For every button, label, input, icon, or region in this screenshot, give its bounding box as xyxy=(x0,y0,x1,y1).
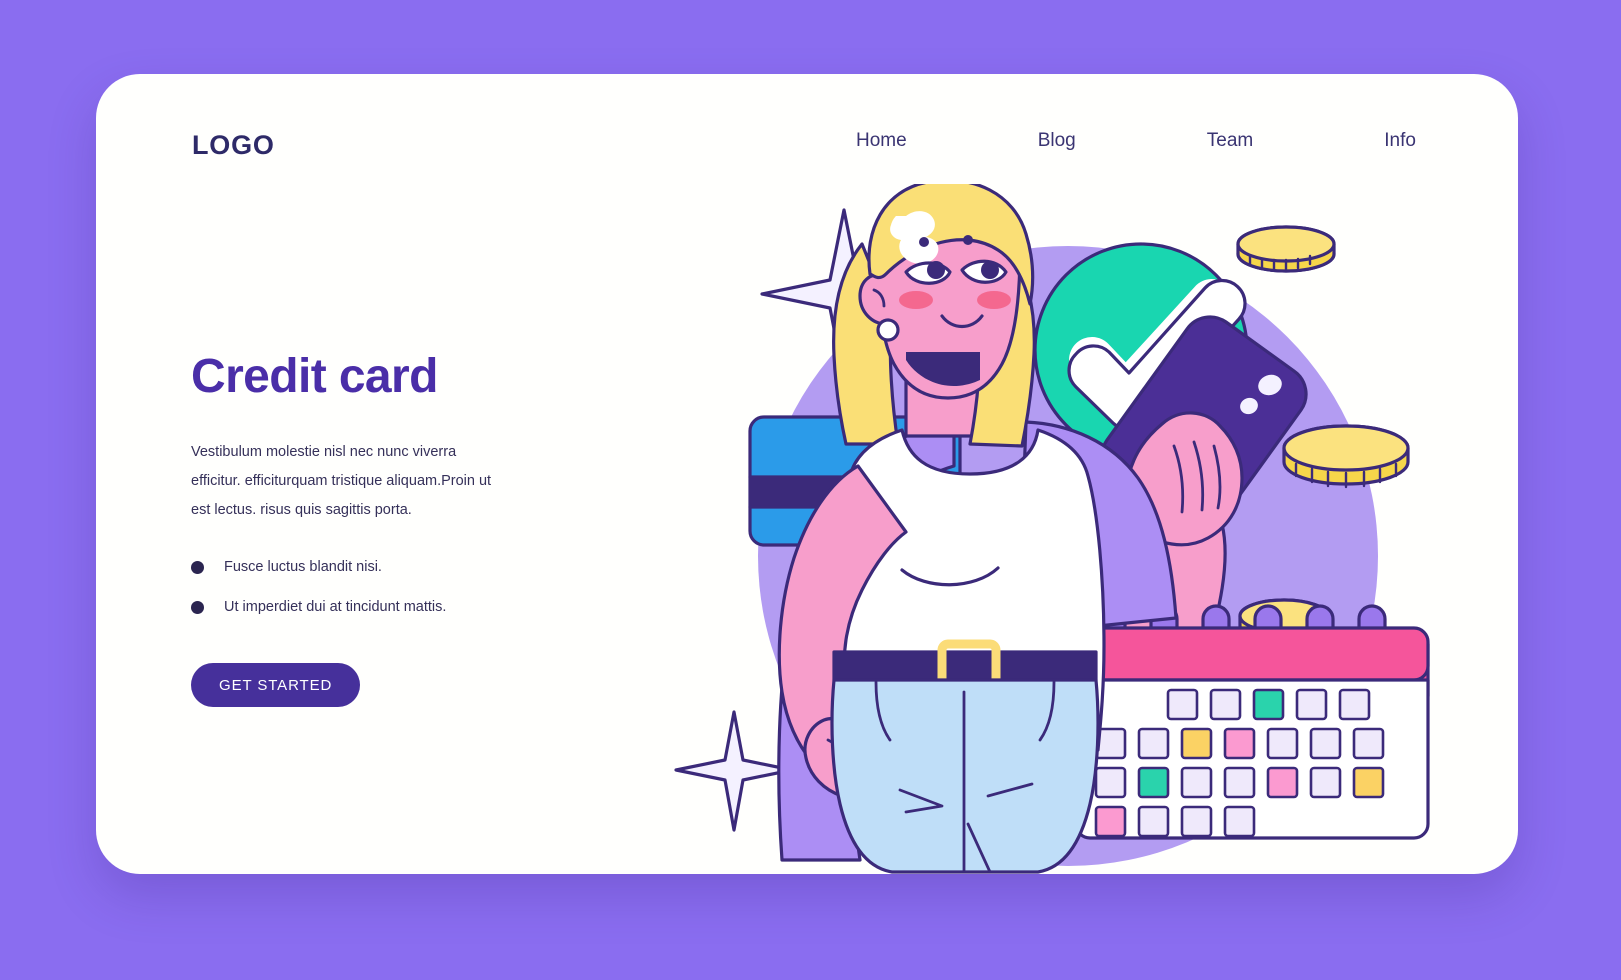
main-navigation: Home Blog Team Info xyxy=(856,130,1416,152)
sparkle-icon xyxy=(674,710,794,832)
hero-feature-list: Fusce luctus blandit nisi. Ut imperdiet … xyxy=(191,559,611,615)
nav-item-blog[interactable]: Blog xyxy=(1038,130,1076,152)
get-started-button[interactable]: GET STARTED xyxy=(191,663,361,708)
list-item: Fusce luctus blandit nisi. xyxy=(191,559,611,575)
bullet-dot-icon xyxy=(191,600,204,614)
bullet-dot-icon xyxy=(191,560,204,574)
hero-copy-column: Credit card Vestibulum molestie nisl nec… xyxy=(191,350,611,708)
nav-item-info[interactable]: Info xyxy=(1384,130,1416,152)
list-item: Ut imperdiet dui at tincidunt mattis. xyxy=(191,599,611,615)
nav-item-team[interactable]: Team xyxy=(1207,130,1253,152)
page-title: Credit card xyxy=(191,350,438,403)
cheek xyxy=(977,291,1011,309)
list-item-label: Fusce luctus blandit nisi. xyxy=(224,559,382,576)
coin-icon xyxy=(1236,225,1336,273)
page-card: LOGO Home Blog Team Info Credit card Ves… xyxy=(96,74,1518,874)
cheek xyxy=(899,291,933,309)
brand-logo[interactable]: LOGO xyxy=(192,130,275,161)
hero-paragraph: Vestibulum molestie nisl nec nunc viverr… xyxy=(191,444,492,519)
hero-illustration xyxy=(606,184,1518,874)
calendar-icon xyxy=(1048,604,1430,840)
nav-item-home[interactable]: Home xyxy=(856,130,907,152)
list-item-label: Ut imperdiet dui at tincidunt mattis. xyxy=(224,599,447,616)
earring xyxy=(876,318,900,342)
coin-icon xyxy=(1282,424,1410,489)
